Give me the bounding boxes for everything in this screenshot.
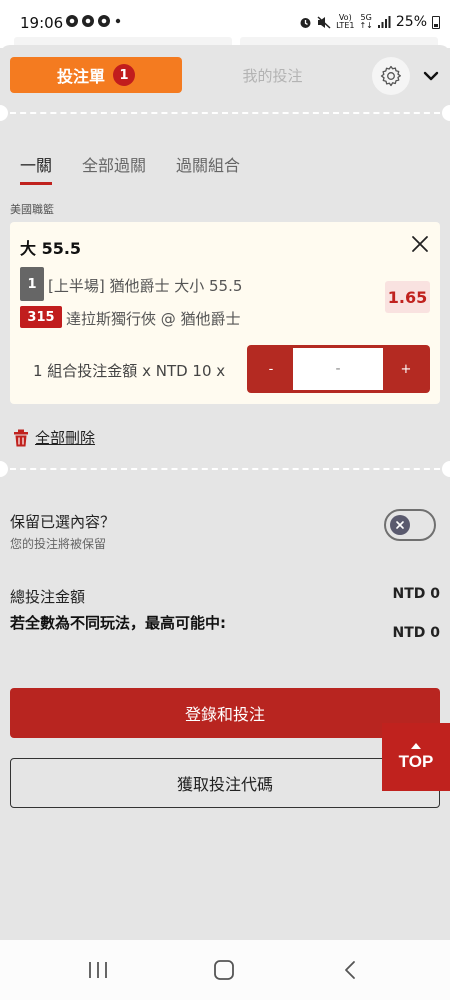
remove-bet-button[interactable] — [410, 234, 430, 254]
tab-my-bets[interactable]: 我的投注 — [195, 57, 350, 93]
stake-input[interactable] — [293, 348, 383, 390]
retain-selection-title: 保留已選內容？ — [10, 513, 116, 531]
ticket-notch-left — [0, 461, 8, 477]
dashed-line — [10, 468, 440, 470]
event-code-badge: 315 — [20, 306, 62, 328]
chevron-down-icon — [423, 71, 439, 81]
scroll-top-button[interactable]: TOP — [382, 723, 450, 791]
recent-apps-button[interactable] — [78, 958, 118, 982]
get-bet-code-button[interactable]: 獲取投注代碼 — [10, 758, 440, 808]
close-icon — [412, 236, 428, 252]
login-and-bet-button[interactable]: 登錄和投注 — [10, 688, 440, 738]
back-icon — [345, 961, 355, 979]
trash-icon — [14, 429, 28, 446]
notification-icons — [66, 15, 121, 27]
status-right-icons: Vo) LTE1 5G ↑↓ 25% — [299, 14, 440, 30]
mute-icon — [317, 15, 331, 29]
battery-icon — [432, 15, 440, 29]
odds-value: 1.65 — [385, 281, 430, 313]
status-time: 19:06 — [20, 14, 64, 32]
total-stake-value: NTD 0 — [392, 586, 440, 602]
betslip-header: 投注單 1 我的投注 — [10, 57, 442, 95]
home-icon — [214, 960, 234, 980]
stake-decrement-button[interactable]: - — [249, 345, 293, 393]
settings-button[interactable] — [372, 57, 410, 95]
tab-parlay-combo[interactable]: 過關組合 — [176, 155, 240, 187]
gear-icon — [380, 65, 401, 87]
max-win-value: NTD 0 — [392, 625, 440, 641]
volte-icon: Vo) LTE1 — [336, 14, 354, 30]
network-label-bottom: ↑↓ — [359, 21, 373, 30]
betslip-count-badge: 1 — [113, 64, 135, 86]
total-stake-label: 總投注金額 — [10, 588, 86, 606]
stake-stepper: - + — [247, 345, 430, 393]
arrow-up-icon — [411, 742, 421, 749]
selection-title: 大 55.5 — [20, 239, 82, 258]
bet-type-tabs: 一關 全部過關 過關組合 — [20, 155, 240, 187]
period-badge: 1 — [20, 267, 44, 301]
chrome-icon — [65, 14, 121, 32]
delete-all-button[interactable]: 全部刪除 — [13, 427, 95, 448]
alarm-icon — [300, 17, 311, 28]
dashed-line — [10, 112, 440, 114]
retain-selection-subtitle: 您的投注將被保留 — [10, 537, 107, 551]
ticket-separator-2 — [0, 461, 450, 477]
home-button[interactable] — [204, 958, 244, 982]
5g-icon: 5G ↑↓ — [359, 14, 372, 30]
stake-label: 1 組合投注金額 x NTD 10 x — [33, 362, 226, 380]
delete-all-label: 全部刪除 — [35, 429, 96, 447]
back-button[interactable] — [330, 958, 370, 982]
max-win-label: 若全數為不同玩法，最高可能中: — [10, 614, 227, 632]
ticket-notch-left — [0, 105, 8, 121]
signal-icon — [377, 16, 391, 28]
retain-selection-toggle[interactable] — [384, 509, 436, 541]
scroll-top-label: TOP — [398, 751, 434, 771]
ticket-separator — [0, 105, 450, 121]
close-icon — [396, 521, 404, 529]
market-description: [上半場] 猶他爵士 大小 55.5 — [48, 277, 243, 295]
ticket-notch-right — [442, 461, 450, 477]
stake-increment-button[interactable]: + — [384, 345, 428, 393]
collapse-button[interactable] — [420, 63, 442, 89]
bet-card: 大 55.5 1 [上半場] 猶他爵士 大小 55.5 1.65 315 達拉斯… — [10, 222, 440, 404]
betslip-sheet: 投注單 1 我的投注 一關 全部過關 過關組合 美國職籃 大 55.5 1 [上… — [0, 45, 450, 940]
betslip-tab-label: 投注單 — [56, 67, 105, 86]
tab-betslip[interactable]: 投注單 1 — [10, 57, 182, 93]
tab-single[interactable]: 一關 — [20, 155, 53, 187]
battery-percent: 25% — [395, 14, 427, 30]
volte-label-bottom: LTE1 — [336, 21, 355, 30]
tab-all-parlay[interactable]: 全部過關 — [82, 155, 146, 187]
league-label: 美國職籃 — [10, 203, 54, 216]
toggle-knob — [390, 515, 410, 535]
system-nav-bar — [0, 940, 450, 1000]
recent-apps-icon — [89, 962, 107, 978]
event-name: 達拉斯獨行俠 @ 猶他爵士 — [66, 310, 241, 328]
ticket-notch-right — [442, 105, 450, 121]
